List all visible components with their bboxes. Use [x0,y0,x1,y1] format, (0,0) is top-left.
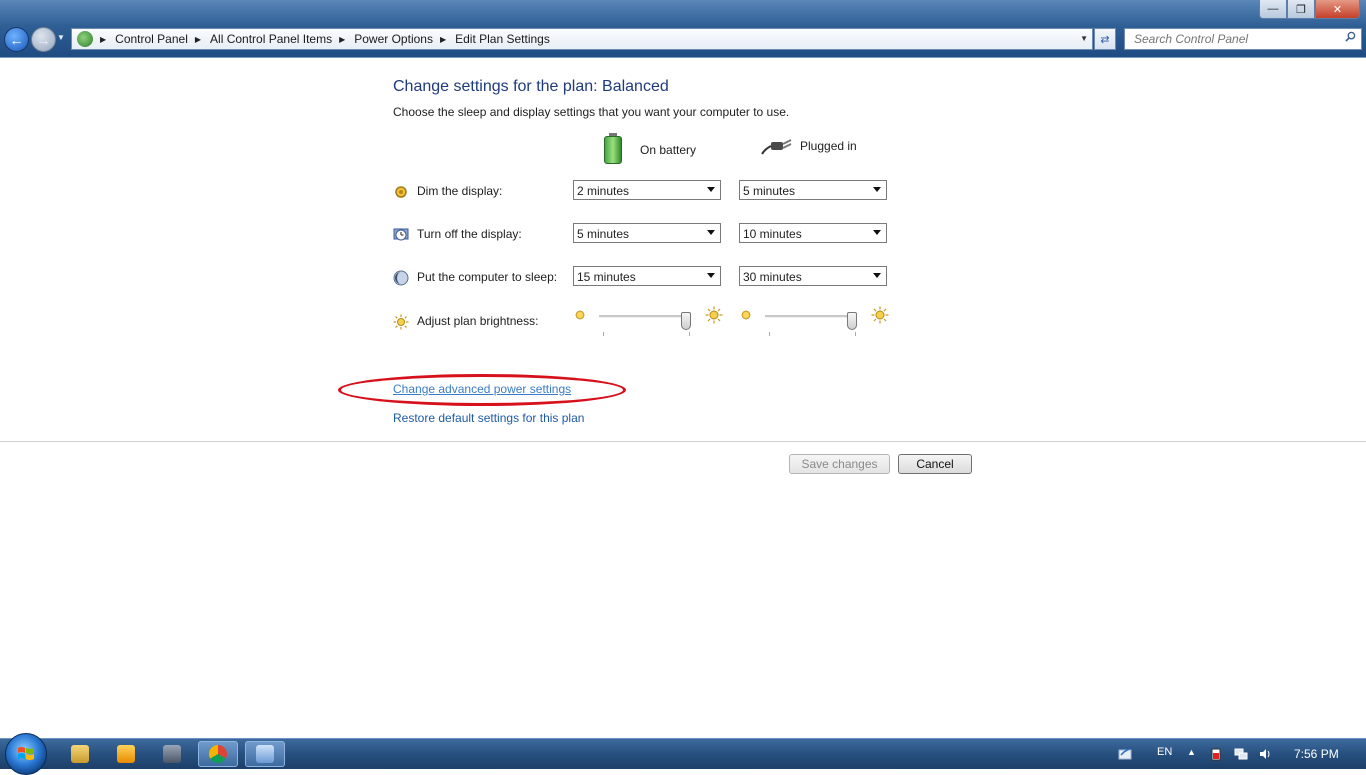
chevron-down-icon [873,273,881,278]
turn-off-display-plugged-select[interactable]: 10 minutes [739,223,887,243]
forward-button[interactable]: → [31,27,56,52]
page-description: Choose the sleep and display settings th… [393,105,790,119]
setting-row-brightness: Adjust plan brightness: [393,306,893,336]
column-label-plugged: Plugged in [800,139,857,153]
explorer-icon [71,745,89,763]
bright-sun-icon [705,306,723,324]
power-plug-icon [761,139,792,155]
network-icon[interactable] [1234,747,1248,761]
column-header-battery: On battery [604,133,697,164]
control-panel-icon [256,745,274,763]
moon-icon [393,270,409,286]
slider-thumb[interactable] [681,312,691,330]
slider-tick [603,332,604,336]
close-button[interactable]: ✕ [1315,0,1360,19]
taskbar-media-player[interactable] [106,741,146,767]
setting-label: Turn off the display: [417,227,522,241]
dim-icon [395,186,407,198]
recent-pages-dropdown[interactable]: ▼ [57,33,65,42]
search-icon[interactable] [1345,31,1356,42]
setting-row-sleep: Put the computer to sleep: 15 minutes 30… [393,266,893,290]
column-label-battery: On battery [640,143,697,157]
sleep-plugged-select[interactable]: 30 minutes [739,266,887,286]
setting-row-dim-display: Dim the display: 2 minutes 5 minutes [393,180,893,204]
window-controls: — ❐ ✕ [1259,0,1360,19]
language-indicator[interactable]: EN [1157,746,1172,758]
dim-display-plugged-select[interactable]: 5 minutes [739,180,887,200]
monitor-clock-icon [393,228,409,241]
setting-label: Adjust plan brightness: [417,314,539,328]
column-header-plugged: Plugged in [761,136,857,156]
chevron-down-icon [873,230,881,235]
breadcrumb-edit-plan[interactable]: Edit Plan Settings [455,32,550,46]
media-player-icon [117,745,135,763]
brightness-sun-icon [393,314,409,330]
chevron-down-icon [707,273,715,278]
address-dropdown-icon[interactable]: ▼ [1080,34,1088,43]
window-titlebar: — ❐ ✕ ← → ▼ ▶ Control Panel ▶ All Contro… [0,0,1366,58]
slider-tick [689,332,690,336]
address-bar[interactable]: ▶ Control Panel ▶ All Control Panel Item… [71,28,1093,50]
taskbar-app[interactable] [152,741,192,767]
search-input[interactable] [1132,31,1341,47]
change-advanced-settings-link[interactable]: Change advanced power settings [393,382,571,396]
chevron-down-icon [707,230,715,235]
brightness-battery-slider[interactable] [599,312,691,336]
select-value: 30 minutes [743,270,802,284]
chevron-right-icon[interactable]: ▶ [195,35,201,44]
content-pane: Change settings for the plan: Balanced C… [0,58,1366,738]
chevron-down-icon [707,187,715,192]
search-box[interactable] [1124,28,1362,50]
app-icon [163,745,181,763]
refresh-button[interactable]: ⇄ [1094,28,1116,50]
chevron-down-icon [873,187,881,192]
select-value: 2 minutes [577,184,630,198]
setting-label: Put the computer to sleep: [417,270,558,284]
start-button[interactable] [5,733,47,775]
sleep-battery-select[interactable]: 15 minutes [573,266,721,286]
turn-off-display-battery-select[interactable]: 5 minutes [573,223,721,243]
chrome-icon [209,745,227,763]
select-value: 15 minutes [577,270,636,284]
breadcrumb-all-items[interactable]: All Control Panel Items [210,32,332,46]
windows-logo-icon [18,747,34,760]
battery-tray-icon[interactable] [1209,747,1223,761]
dim-display-battery-select[interactable]: 2 minutes [573,180,721,200]
slider-tick [769,332,770,336]
taskbar-chrome[interactable] [198,741,238,767]
slider-thumb[interactable] [847,312,857,330]
breadcrumb-power-options[interactable]: Power Options [354,32,433,46]
cancel-button[interactable]: Cancel [898,454,972,474]
volume-icon[interactable] [1258,747,1272,761]
chevron-right-icon[interactable]: ▶ [339,35,345,44]
maximize-button[interactable]: ❐ [1287,0,1315,19]
dim-sun-icon [741,310,751,320]
clock[interactable]: 7:56 PM [1294,747,1339,761]
back-button[interactable]: ← [4,27,29,52]
page-title: Change settings for the plan: Balanced [393,78,669,95]
minimize-button[interactable]: — [1259,0,1287,19]
restore-defaults-link[interactable]: Restore default settings for this plan [393,411,584,425]
brightness-plugged-slider[interactable] [765,312,857,336]
taskbar: EN ▲ 7:56 PM [0,733,1366,775]
chevron-right-icon[interactable]: ▶ [100,35,106,44]
save-changes-button[interactable]: Save changes [789,454,890,474]
taskbar-explorer[interactable] [60,741,100,767]
divider [0,441,1366,442]
bright-sun-icon [871,306,889,324]
select-value: 5 minutes [743,184,796,198]
battery-icon [604,133,622,164]
slider-tick [855,332,856,336]
select-value: 10 minutes [743,227,802,241]
setting-label: Dim the display: [417,184,503,198]
control-panel-icon [77,31,93,47]
show-hidden-icons-icon[interactable]: ▲ [1187,747,1201,761]
chevron-right-icon[interactable]: ▶ [440,35,446,44]
taskbar-control-panel[interactable] [245,741,285,767]
dim-sun-icon [575,310,585,320]
setting-row-turn-off-display: Turn off the display: 5 minutes 10 minut… [393,223,893,247]
action-center-icon[interactable] [1118,747,1132,761]
select-value: 5 minutes [577,227,630,241]
breadcrumb-control-panel[interactable]: Control Panel [115,32,188,46]
